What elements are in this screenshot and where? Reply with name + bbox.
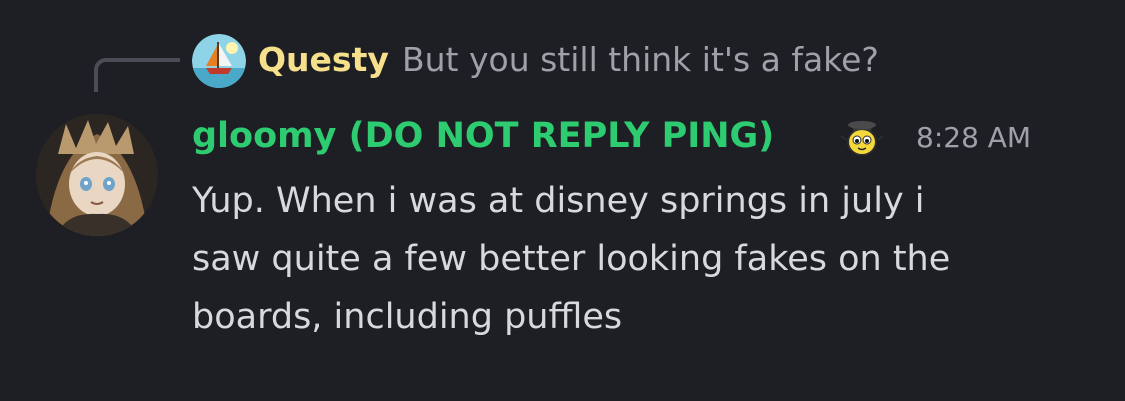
reply-preview-text[interactable]: But you still think it's a fake? <box>402 38 879 82</box>
reply-author-name[interactable]: Questy <box>258 38 389 82</box>
sailboat-avatar-icon[interactable] <box>192 34 246 88</box>
message-content: Yup. When i was at disney springs in jul… <box>192 172 1092 346</box>
message-author-name[interactable]: gloomy (DO NOT REPLY PING) <box>192 112 774 160</box>
message-line: boards, including puffles <box>192 297 623 337</box>
message-timestamp[interactable]: 8:28 AM <box>916 114 1031 162</box>
yellow-puffle-icon[interactable] <box>838 112 888 162</box>
message-line: saw quite a few better looking fakes on … <box>192 239 951 279</box>
anime-girl-avatar-icon[interactable] <box>36 114 158 236</box>
chat-message-container: Questy But you still think it's a fake? … <box>0 0 1125 401</box>
reply-connector-line <box>94 58 180 92</box>
message-line: Yup. When i was at disney springs in jul… <box>192 181 925 221</box>
